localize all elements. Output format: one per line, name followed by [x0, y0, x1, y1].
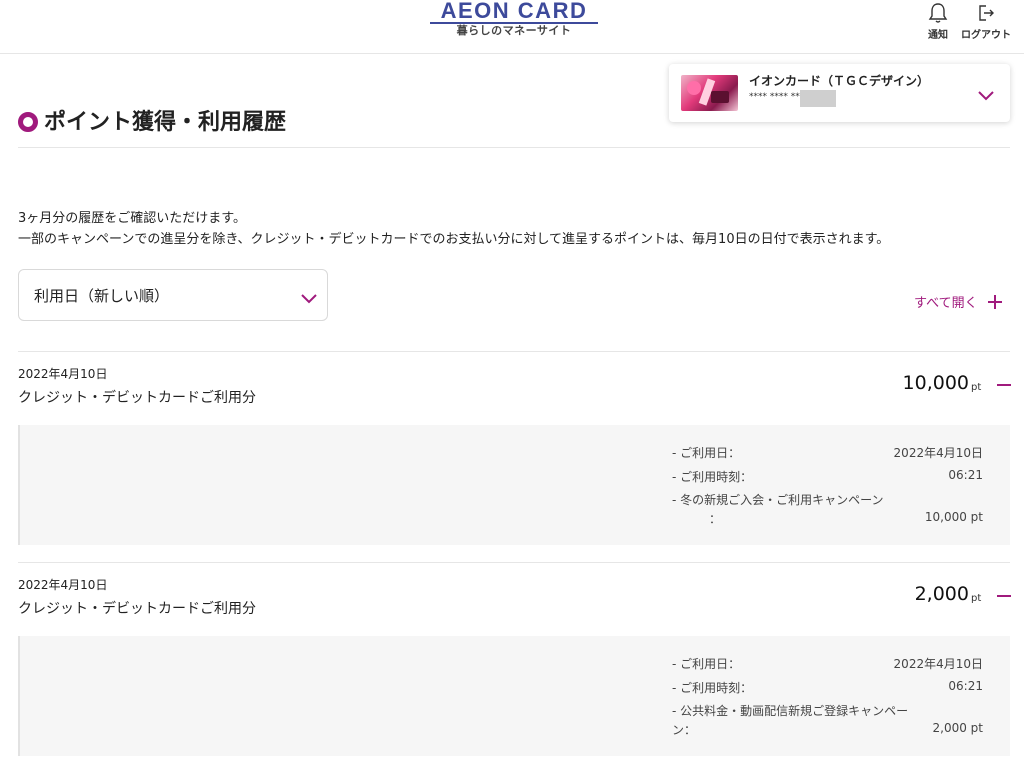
- notification-button[interactable]: 通知: [928, 2, 948, 41]
- chevron-down-icon: [301, 289, 317, 308]
- logout-icon: [976, 2, 996, 24]
- detail-campaign-value: 2,000 pt: [932, 721, 984, 735]
- entry-detail-panel: - ご利用日： 2022年4月10日 - ご利用時刻： 06:21 - 冬の新規…: [18, 425, 1010, 545]
- detail-use-time-value: 06:21: [948, 468, 983, 482]
- page-description: 3ヶ月分の履歴をご確認いただけます。 一部のキャンペーンでの進呈分を除き、クレジ…: [18, 208, 889, 250]
- entry-title: クレジット・デビットカードご利用分: [18, 390, 256, 406]
- entry-divider: [18, 351, 1010, 352]
- site-header: AEON CARD 暮らしのマネーサイト 通知 ログアウト: [0, 0, 1024, 54]
- detail-use-date-label: - ご利用日：: [672, 657, 741, 671]
- page-title-row: ポイント獲得・利用履歴: [18, 100, 1010, 148]
- detail-use-time-value: 06:21: [948, 679, 983, 693]
- entry-detail-panel: - ご利用日： 2022年4月10日 - ご利用時刻： 06:21 - 公共料金…: [18, 636, 1010, 756]
- bell-icon: [928, 2, 948, 24]
- expand-all-button[interactable]: すべて開く: [914, 292, 978, 311]
- detail-use-date-label: - ご利用日：: [672, 446, 741, 460]
- detail-use-date-value: 2022年4月10日: [893, 446, 983, 460]
- detail-campaign-label: - 冬の新規ご入会・ご利用キャンペーン: [672, 493, 884, 507]
- logo-main-text: AEON CARD: [440, 0, 588, 23]
- detail-campaign-label-cont: ン：: [672, 723, 697, 737]
- detail-use-time-label: - ご利用時刻：: [672, 470, 753, 484]
- sort-order-value: 利用日（新しい順）: [34, 287, 170, 305]
- card-name: イオンカード（ＴＧＣデザイン）: [749, 74, 930, 88]
- entry-date: 2022年4月10日: [18, 578, 108, 592]
- collapse-icon[interactable]: [997, 384, 1011, 386]
- entry-points: 10,000: [902, 372, 969, 394]
- logo-subtitle: 暮らしのマネーサイト: [456, 24, 572, 37]
- sort-order-select[interactable]: 利用日（新しい順）: [18, 269, 328, 321]
- detail-campaign-value: 10,000 pt: [924, 510, 983, 524]
- detail-campaign-label: - 公共料金・動画配信新規ご登録キャンペー: [672, 704, 909, 718]
- page-title: ポイント獲得・利用履歴: [44, 110, 287, 135]
- entry-points-unit: pt: [971, 593, 982, 604]
- entry-points: 2,000: [914, 583, 969, 605]
- title-ring-icon: [18, 112, 38, 132]
- entry-points-unit: pt: [971, 382, 982, 393]
- notification-label: 通知: [928, 30, 948, 41]
- entry-title: クレジット・デビットカードご利用分: [18, 601, 256, 617]
- aeon-card-logo[interactable]: AEON CARD 暮らしのマネーサイト: [430, 0, 598, 40]
- detail-campaign-label-cont: ：: [709, 512, 722, 526]
- plus-icon[interactable]: [987, 294, 1003, 314]
- description-line-1: 3ヶ月分の履歴をご確認いただけます。: [18, 211, 246, 226]
- logout-button[interactable]: ログアウト: [960, 2, 1012, 41]
- entry-date: 2022年4月10日: [18, 367, 108, 381]
- description-line-2: 一部のキャンペーンでの進呈分を除き、クレジット・デビットカードでのお支払い分に対…: [18, 232, 890, 247]
- detail-use-date-value: 2022年4月10日: [893, 657, 983, 671]
- collapse-icon[interactable]: [997, 595, 1011, 597]
- entry-divider: [18, 562, 1010, 563]
- detail-use-time-label: - ご利用時刻：: [672, 681, 753, 695]
- logout-label: ログアウト: [961, 30, 1011, 41]
